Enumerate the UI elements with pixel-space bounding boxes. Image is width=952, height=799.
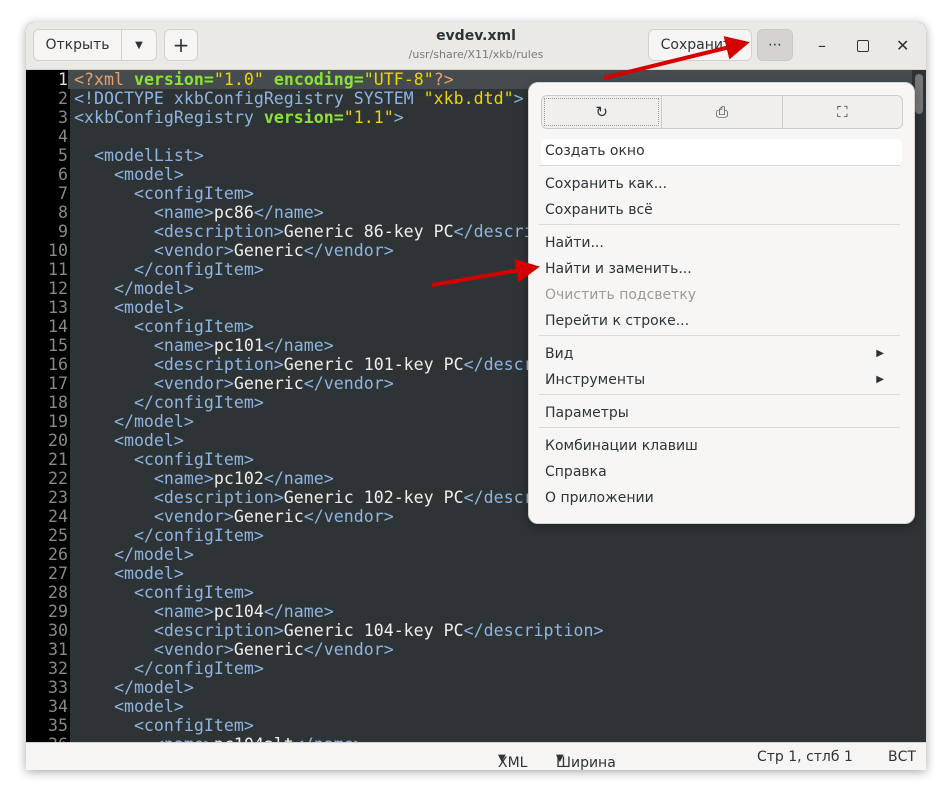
arrow-to-find-replace [431, 258, 540, 287]
annotation-arrows [431, 36, 750, 287]
arrow-to-menu-button [603, 36, 750, 80]
